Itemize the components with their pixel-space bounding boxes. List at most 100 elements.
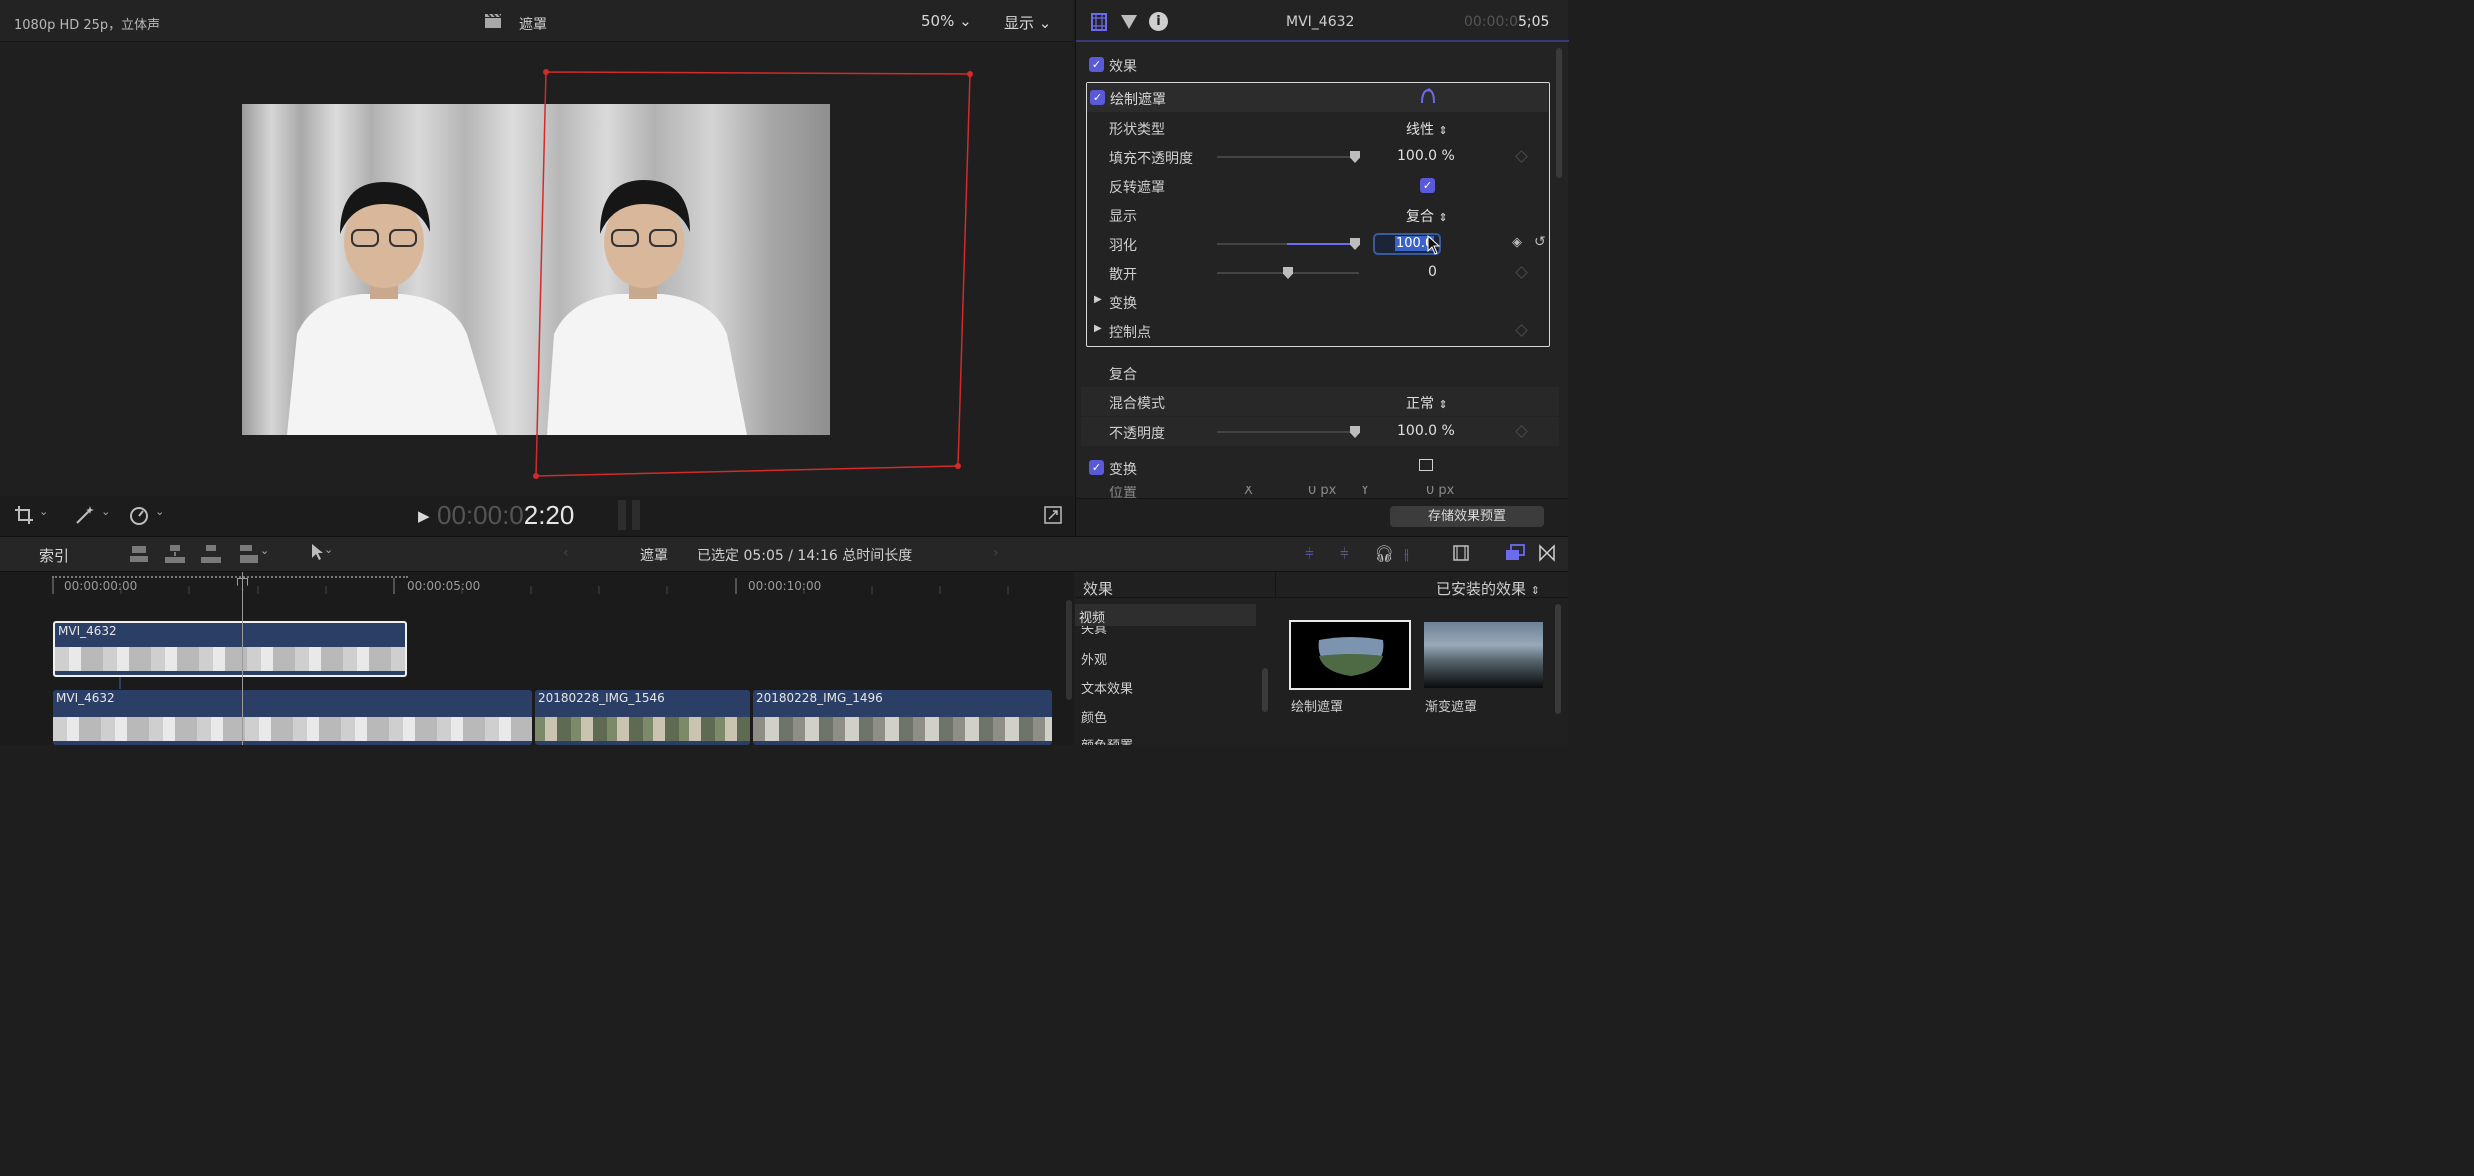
clip-name: 20180228_IMG_1496 — [756, 691, 883, 705]
category-item[interactable]: 文本效果 — [1081, 678, 1133, 697]
slider-knob[interactable] — [1350, 151, 1360, 163]
blend-mode-value: 正常 — [1406, 396, 1434, 412]
transitions-browser-toggle[interactable] — [1538, 544, 1556, 566]
info-icon[interactable]: i — [1149, 12, 1168, 31]
crop-tool-button[interactable]: ⌄ — [14, 505, 48, 529]
append-clip-button[interactable] — [200, 544, 222, 568]
display-menu[interactable]: 显示 ⌄ — [1004, 12, 1051, 33]
snapping-icon[interactable]: ⫲ — [1404, 545, 1409, 563]
position-x-value[interactable]: 0 px — [1308, 486, 1336, 498]
opacity-value[interactable]: 100.0 % — [1397, 423, 1455, 439]
fullscreen-button[interactable] — [1044, 506, 1062, 528]
spread-value[interactable]: 0 — [1428, 264, 1437, 280]
disclosure-triangle-icon[interactable]: ▶ — [1094, 323, 1102, 334]
opacity-label: 不透明度 — [1109, 426, 1165, 442]
transform-onscreen-icon[interactable] — [1419, 459, 1433, 471]
connected-clip[interactable]: MVI_4632 — [53, 621, 407, 677]
category-item[interactable]: 外观 — [1081, 649, 1107, 668]
effects-browser-toggle[interactable] — [1505, 544, 1525, 566]
index-button[interactable]: 索引 — [39, 545, 69, 566]
blend-mode-label: 混合模式 — [1109, 396, 1165, 412]
keyframe-diamond-icon[interactable] — [1515, 425, 1528, 438]
effect-thumb-draw-mask[interactable] — [1289, 620, 1411, 690]
video-inspector-tab[interactable] — [1090, 13, 1108, 35]
control-points-row[interactable]: ▶ 控制点 — [1087, 316, 1557, 345]
timecode-bright: 2:20 — [523, 500, 575, 530]
effect-thumb-gradient-mask[interactable] — [1424, 622, 1543, 688]
mask-transform-row[interactable]: ▶ 变换 — [1087, 287, 1557, 316]
opacity-slider[interactable] — [1217, 426, 1360, 438]
history-back-icon[interactable]: ‹ — [563, 545, 569, 561]
category-scrollbar[interactable] — [1262, 668, 1268, 712]
position-y-value[interactable]: 0 px — [1426, 486, 1454, 498]
timeline-scrollbar[interactable] — [1066, 600, 1072, 700]
fill-opacity-slider[interactable] — [1217, 151, 1360, 163]
slider-knob[interactable] — [1350, 238, 1360, 250]
clip-appearance-button[interactable] — [1452, 544, 1470, 566]
play-button[interactable]: ▶ — [418, 507, 430, 525]
slider-knob[interactable] — [1350, 426, 1360, 438]
keyframe-diamond-icon[interactable] — [1515, 150, 1528, 163]
effects-checkbox[interactable]: ✓ — [1089, 57, 1104, 72]
insert-clip-button[interactable] — [164, 544, 186, 568]
category-item-video[interactable]: 视频 — [1075, 604, 1256, 626]
category-item[interactable]: 颜色 — [1081, 707, 1107, 726]
draw-mask-header: ✓ 绘制遮罩 — [1087, 83, 1548, 112]
shape-type-select[interactable]: 线性 ⇕ — [1406, 119, 1448, 139]
clip-thumbnails — [53, 717, 532, 741]
inspector-header: i MVI_4632 00:00:05;05 — [1076, 0, 1569, 42]
enhance-tool-button[interactable]: ⌄ — [74, 505, 110, 529]
chevron-down-icon: ⌄ — [39, 505, 49, 518]
inspector-scrollbar[interactable] — [1556, 48, 1562, 178]
connection-line — [119, 677, 121, 689]
keyframe-diamond-icon[interactable] — [1515, 266, 1528, 279]
shape-type-row: 形状类型 线性 ⇕ — [1087, 113, 1557, 142]
reset-icon[interactable]: ↺ — [1534, 234, 1546, 250]
chevron-down-icon: ⌄ — [324, 543, 334, 556]
timecode-display[interactable]: 00:00:02:20 — [437, 500, 574, 531]
audio-skimming-icon[interactable]: ⫩ — [1340, 545, 1349, 563]
primary-clip[interactable]: MVI_4632 — [53, 690, 532, 745]
select-tool-button[interactable]: ⌄ — [310, 543, 333, 565]
headphones-icon[interactable]: 🎧︎ — [1374, 544, 1394, 563]
browser-scrollbar[interactable] — [1555, 604, 1561, 714]
category-item-partial[interactable]: 失真 — [1075, 626, 1256, 634]
disclosure-triangle-icon[interactable]: ▶ — [1094, 294, 1102, 305]
effects-section-header: ✓ 效果 — [1076, 50, 1546, 79]
retime-button[interactable]: ⌄ — [128, 505, 164, 529]
playhead[interactable] — [242, 572, 243, 745]
final-cut-window: 1080p HD 25p，立体声 遮罩 50% ⌄ 显示 ⌄ ⌄ ⌄ ⌄ ▶ 0… — [0, 0, 1569, 745]
shape-type-label: 形状类型 — [1109, 122, 1165, 138]
spread-slider[interactable] — [1217, 267, 1359, 279]
installed-effects-label: 已安装的效果 — [1436, 580, 1527, 598]
mask-shape-icon[interactable] — [1420, 88, 1436, 108]
history-forward-icon[interactable]: › — [993, 545, 999, 561]
skimming-icon[interactable]: ⫩ — [1305, 545, 1314, 563]
display-select[interactable]: 复合 ⇕ — [1406, 206, 1448, 226]
add-keyframe-icon[interactable]: ◈ — [1512, 235, 1522, 250]
slider-knob[interactable] — [1283, 267, 1293, 279]
invert-mask-checkbox[interactable]: ✓ — [1420, 178, 1435, 193]
opacity-row: 不透明度 100.0 % — [1081, 417, 1559, 446]
fill-opacity-value[interactable]: 100.0 % — [1397, 148, 1455, 164]
video-frame[interactable] — [242, 104, 830, 435]
primary-clip[interactable]: 20180228_IMG_1496 — [753, 690, 1052, 745]
timeline-ruler-ticks — [52, 578, 1009, 594]
filter-inspector-tab[interactable] — [1120, 13, 1138, 35]
transform-checkbox[interactable]: ✓ — [1089, 460, 1104, 475]
blend-mode-select[interactable]: 正常 ⇕ — [1406, 393, 1448, 413]
feather-slider[interactable] — [1217, 238, 1360, 250]
draw-mask-checkbox[interactable]: ✓ — [1090, 90, 1105, 105]
overwrite-clip-button[interactable]: ⌄ — [238, 544, 269, 568]
updown-chevron-icon: ⇕ — [1438, 398, 1448, 411]
keyframe-diamond-icon[interactable] — [1515, 324, 1528, 337]
zoom-menu[interactable]: 50% ⌄ — [921, 12, 972, 30]
installed-effects-select[interactable]: 已安装的效果 ⇕ — [1436, 578, 1540, 599]
inspector-clip-name: MVI_4632 — [1286, 14, 1355, 30]
primary-clip[interactable]: 20180228_IMG_1546 — [535, 690, 750, 745]
timeline[interactable]: 00:00:00:00 00:00:05:00 00:00:10:00 MVI_… — [0, 572, 1073, 745]
connect-icon — [128, 546, 150, 568]
category-item-partial[interactable]: 颜色预置 — [1075, 736, 1256, 745]
connect-clip-button[interactable] — [128, 544, 150, 568]
save-effects-preset-button[interactable]: 存储效果预置 — [1390, 506, 1544, 527]
